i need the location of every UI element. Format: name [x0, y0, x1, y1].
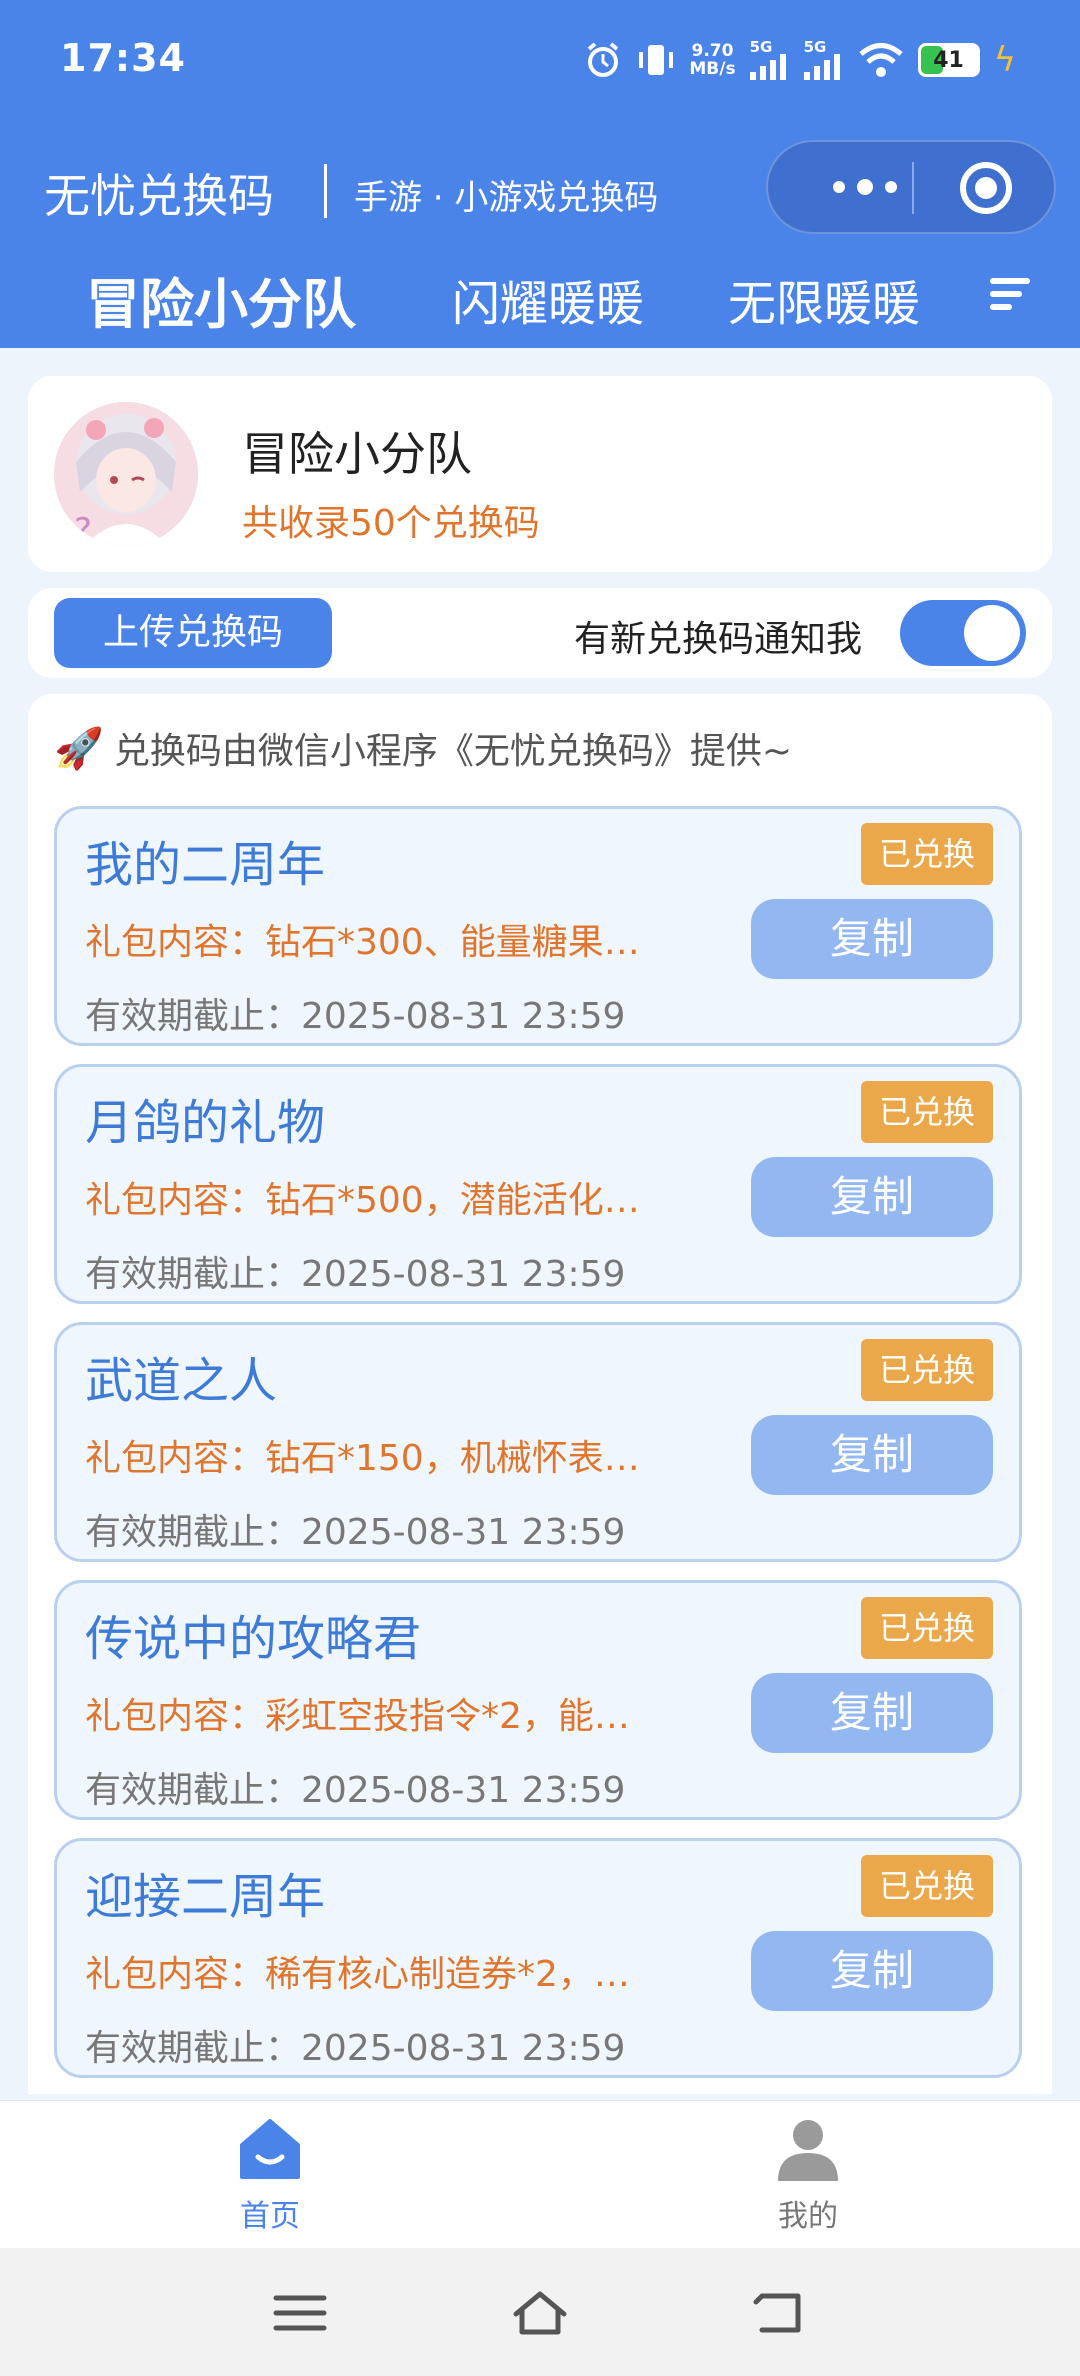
tab-menu-icon[interactable] [990, 274, 1030, 314]
code-card: 传说中的攻略君 礼包内容：彩虹空投指令*2，能… 有效期截止：2025-08-3… [54, 1580, 1022, 1820]
game-avatar: ? [54, 402, 198, 546]
menu-icon[interactable] [270, 2288, 330, 2338]
redeemed-badge: 已兑换 [861, 1081, 993, 1143]
copy-button[interactable]: 复制 [751, 1157, 993, 1237]
title-row: 无忧兑换码 手游 · 小游戏兑换码 [0, 130, 1080, 250]
code-card: 月鸽的礼物 礼包内容：钻石*500，潜能活化… 有效期截止：2025-08-31… [54, 1064, 1022, 1304]
user-icon [778, 2120, 838, 2181]
tab-wuxian[interactable]: 无限暖暖 [728, 264, 920, 334]
signal-bars-icon [749, 54, 786, 80]
code-list: 🚀 兑换码由微信小程序《无忧兑换码》提供~ 我的二周年 礼包内容：钻石*300、… [28, 694, 1052, 2094]
code-card: 迎接二周年 礼包内容：稀有核心制造券*2，… 有效期截止：2025-08-31 … [54, 1838, 1022, 2078]
code-card: 武道之人 礼包内容：钻石*150，机械怀表… 有效期截止：2025-08-31 … [54, 1322, 1022, 1562]
rocket-icon: 🚀 [54, 725, 104, 772]
gift-content: 礼包内容：钻石*500，潜能活化… [85, 1180, 640, 1221]
source-notice: 🚀 兑换码由微信小程序《无忧兑换码》提供~ [54, 722, 792, 774]
nav-me[interactable]: 我的 [708, 2113, 908, 2235]
gift-content: 礼包内容：稀有核心制造券*2，… [85, 1954, 630, 1995]
code-name: 月鸽的礼物 [85, 1095, 326, 1151]
redeemed-badge: 已兑换 [861, 1339, 993, 1401]
nav-me-label: 我的 [778, 2199, 838, 2234]
copy-button[interactable]: 复制 [751, 1415, 993, 1495]
charging-icon: ϟ [993, 40, 1016, 80]
code-count: 共收录50个兑换码 [242, 503, 540, 544]
action-row: 上传兑换码 有新兑换码通知我 [28, 588, 1052, 678]
bottom-nav: 首页 我的 [0, 2100, 1080, 2249]
gift-content: 礼包内容：钻石*150，机械怀表… [85, 1438, 640, 1479]
code-name: 传说中的攻略君 [85, 1611, 422, 1667]
copy-button[interactable]: 复制 [751, 1673, 993, 1753]
game-tabs: 冒险小分队 闪耀暖暖 无限暖暖 [0, 250, 1080, 348]
expire-date: 有效期截止：2025-08-31 23:59 [85, 1770, 626, 1811]
tab-shanyao[interactable]: 闪耀暖暖 [452, 264, 644, 334]
upload-code-button[interactable]: 上传兑换码 [54, 598, 332, 668]
expire-date: 有效期截止：2025-08-31 23:59 [85, 1512, 626, 1553]
wifi-icon [858, 43, 903, 77]
system-nav-bar [0, 2248, 1080, 2376]
battery-icon: 41 [917, 43, 980, 77]
code-card: 我的二周年 礼包内容：钻石*300、能量糖果… 有效期截止：2025-08-31… [54, 806, 1022, 1046]
svg-text:?: ? [74, 511, 92, 546]
status-time: 17:34 [60, 36, 186, 80]
notice-text: 兑换码由微信小程序《无忧兑换码》提供~ [113, 731, 792, 772]
nav-home-label: 首页 [240, 2199, 300, 2234]
net-speed: 9.70 MB/s [689, 41, 736, 79]
notify-toggle[interactable] [900, 600, 1026, 666]
close-miniprogram-icon[interactable] [960, 162, 1012, 214]
vibrate-icon [639, 45, 674, 75]
home-nav-icon[interactable] [510, 2288, 570, 2338]
capsule-divider [912, 162, 914, 214]
title-divider [324, 164, 327, 218]
home-icon [240, 2119, 300, 2179]
more-options-icon[interactable] [810, 160, 920, 214]
signal-5g-2: 5G [803, 40, 844, 80]
redeemed-badge: 已兑换 [861, 1855, 993, 1917]
alarm-icon [588, 42, 619, 77]
app-header: 17:34 9.70 MB/s 5G 5G 41 ϟ 无忧兑换码 手游 · 小游… [0, 0, 1080, 348]
code-name: 武道之人 [85, 1353, 278, 1409]
expire-date: 有效期截止：2025-08-31 23:59 [85, 2028, 626, 2069]
notify-label: 有新兑换码通知我 [574, 619, 863, 660]
code-name: 我的二周年 [85, 837, 326, 893]
signal-5g-1: 5G [749, 40, 790, 80]
signal-bars-icon [803, 54, 840, 80]
expire-date: 有效期截止：2025-08-31 23:59 [85, 1254, 626, 1295]
code-name: 迎接二周年 [85, 1869, 326, 1925]
expire-date: 有效期截止：2025-08-31 23:59 [85, 996, 626, 1037]
redeemed-badge: 已兑换 [861, 1597, 993, 1659]
back-icon[interactable] [750, 2288, 810, 2338]
nav-home[interactable]: 首页 [170, 2113, 370, 2235]
game-name: 冒险小分队 [242, 427, 472, 481]
app-title: 无忧兑换码 [44, 169, 274, 223]
gift-content: 礼包内容：彩虹空投指令*2，能… [85, 1696, 630, 1737]
redeemed-badge: 已兑换 [861, 823, 993, 885]
app-subtitle: 手游 · 小游戏兑换码 [354, 178, 659, 218]
game-info-card: ? 冒险小分队 共收录50个兑换码 [28, 376, 1052, 572]
copy-button[interactable]: 复制 [751, 899, 993, 979]
gift-content: 礼包内容：钻石*300、能量糖果… [85, 922, 640, 963]
miniprogram-capsule [766, 140, 1056, 234]
tab-maoxian[interactable]: 冒险小分队 [86, 260, 356, 339]
copy-button[interactable]: 复制 [751, 1931, 993, 2011]
status-bar: 17:34 9.70 MB/s 5G 5G 41 ϟ [0, 0, 1080, 118]
status-icons: 9.70 MB/s 5G 5G 41 ϟ [583, 36, 1016, 84]
